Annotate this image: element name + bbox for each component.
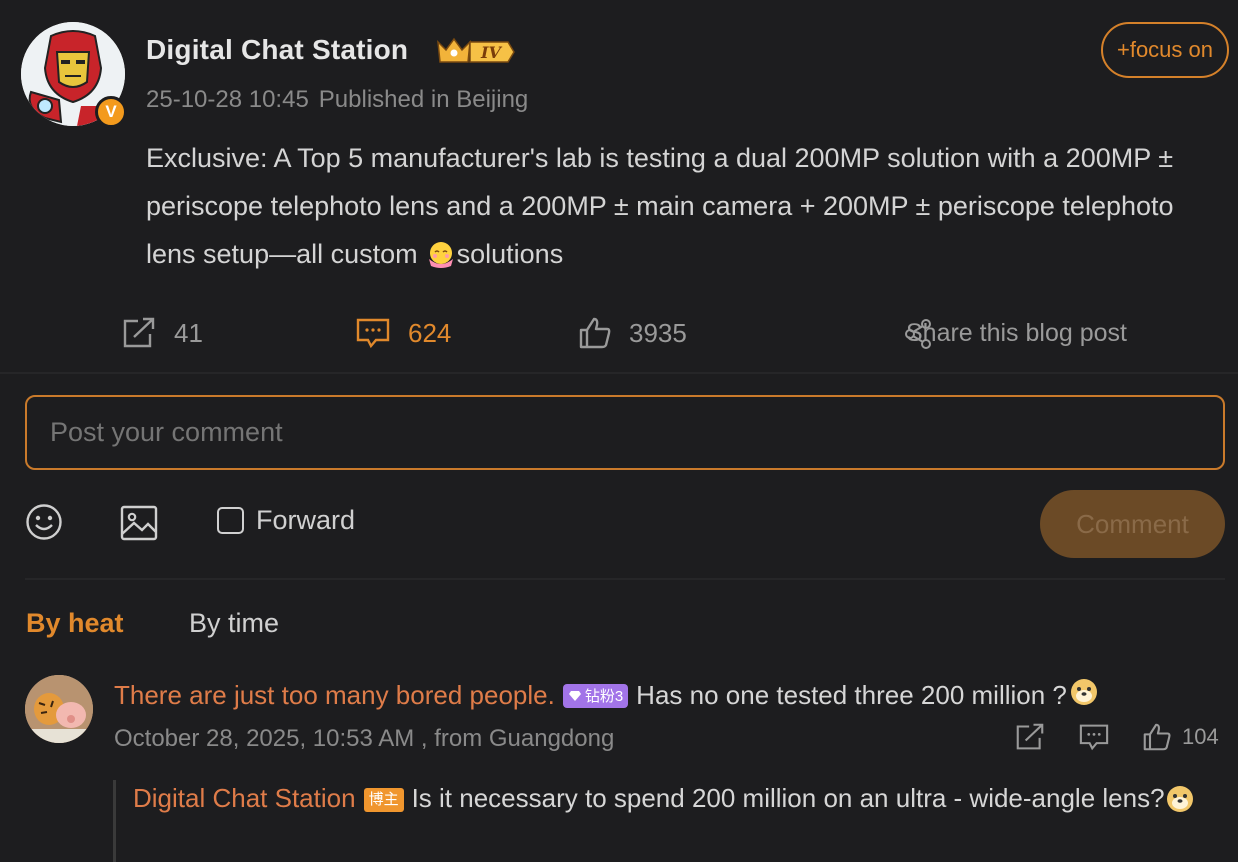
share-label: Share this blog post bbox=[906, 318, 1127, 347]
repost-action[interactable]: 41 bbox=[122, 308, 203, 358]
like-count: 3935 bbox=[629, 317, 687, 348]
smiley-icon bbox=[26, 504, 62, 540]
thumbs-up-icon bbox=[579, 317, 611, 349]
crown-level-badge: IV bbox=[436, 36, 516, 71]
share-action[interactable]: Share this blog post bbox=[905, 308, 1127, 358]
emoji-picker-button[interactable] bbox=[25, 503, 63, 546]
shy-flower-emoji-icon bbox=[426, 236, 456, 284]
forward-checkbox[interactable] bbox=[217, 507, 244, 534]
author-avatar[interactable]: V bbox=[21, 22, 127, 128]
reply-text: Is it necessary to spend 200 million on … bbox=[411, 783, 1165, 813]
forward-label: Forward bbox=[256, 505, 356, 535]
comment-like-count: 104 bbox=[1182, 724, 1219, 749]
post-action-bar: 41 624 3935 Share this blog post bbox=[0, 308, 1238, 358]
comment-like-button[interactable]: 104 bbox=[1142, 723, 1219, 751]
reply-thread-line bbox=[113, 780, 116, 862]
verified-badge: V bbox=[95, 96, 127, 128]
reply-author-name[interactable]: Digital Chat Station bbox=[133, 783, 356, 813]
post-location: Published in Beijing bbox=[318, 86, 529, 113]
divider bbox=[25, 578, 1225, 580]
repost-count: 41 bbox=[174, 317, 203, 348]
diamond-icon bbox=[568, 690, 581, 701]
image-upload-button[interactable] bbox=[120, 505, 158, 546]
comment-meta: October 28, 2025, 10:53 AM , from Guangd… bbox=[114, 725, 615, 752]
comment-header: There are just too many bored people. 钻粉… bbox=[114, 677, 1099, 714]
comment-input[interactable] bbox=[25, 395, 1225, 470]
comment-count: 624 bbox=[408, 317, 452, 348]
doge-emoji-icon bbox=[1165, 783, 1195, 827]
share-icon bbox=[905, 318, 931, 349]
post-meta: 25-10-28 10:45 Published in Beijing bbox=[146, 86, 528, 114]
post-time: 25-10-28 10:45 bbox=[146, 86, 309, 113]
comment-text: Has no one tested three 200 million ? bbox=[636, 680, 1067, 710]
blogger-badge: 博主 bbox=[363, 788, 404, 812]
comment-submit-button[interactable]: Comment bbox=[1040, 490, 1225, 558]
author-name[interactable]: Digital Chat Station bbox=[146, 34, 408, 66]
post-text: Exclusive: A Top 5 manufacturer's lab is… bbox=[146, 143, 1174, 269]
comment-action[interactable]: 624 bbox=[356, 308, 451, 358]
comment-repost-button[interactable] bbox=[1014, 723, 1056, 751]
commenter-avatar[interactable] bbox=[25, 675, 93, 743]
divider bbox=[0, 372, 1238, 374]
tab-by-time[interactable]: By time bbox=[189, 608, 279, 639]
commenter-name[interactable]: There are just too many bored people. bbox=[114, 680, 555, 711]
comment-bubble-icon bbox=[356, 318, 390, 349]
repost-icon bbox=[1016, 723, 1044, 750]
tab-by-heat[interactable]: By heat bbox=[26, 608, 124, 639]
image-icon bbox=[120, 505, 158, 541]
reply-item: Digital Chat Station 博主 Is it necessary to… bbox=[133, 776, 1213, 827]
level-text: IV bbox=[480, 43, 502, 62]
comment-bubble-icon bbox=[1079, 724, 1109, 751]
post-body: Exclusive: A Top 5 manufacturer's lab is… bbox=[146, 134, 1216, 284]
post-text-tail: solutions bbox=[456, 239, 564, 269]
thumbs-up-icon bbox=[1143, 723, 1171, 751]
comment-reply-button[interactable] bbox=[1078, 723, 1120, 751]
fan-badge-label: 钻粉3 bbox=[584, 688, 624, 705]
follow-button[interactable]: +focus on bbox=[1101, 22, 1229, 78]
forward-option[interactable]: Forward bbox=[217, 505, 355, 536]
like-action[interactable]: 3935 bbox=[579, 308, 687, 358]
repost-icon bbox=[123, 317, 155, 348]
fan-badge: 钻粉3 bbox=[562, 683, 629, 708]
doge-emoji-icon bbox=[1069, 677, 1099, 714]
